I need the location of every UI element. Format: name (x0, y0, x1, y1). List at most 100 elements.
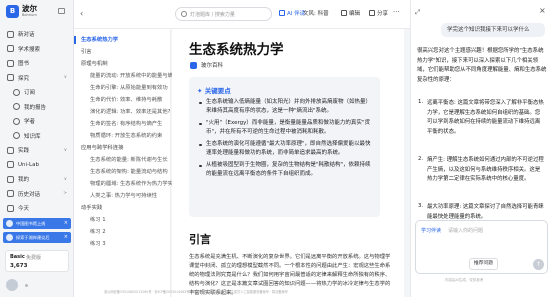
key-points-title: ✦ 关键要点 (197, 87, 231, 95)
toc-item[interactable]: 练习 3 (90, 239, 106, 247)
sidebar-item[interactable]: 学者 (4, 114, 70, 129)
sidebar-item-label: 探究 (18, 75, 30, 82)
sidebar-item[interactable]: 学术搜索 (4, 42, 70, 57)
expand-icon[interactable]: ⤢ (415, 8, 420, 17)
ai-companion-button[interactable]: AI 伴读 (279, 9, 305, 17)
sidebar-item-label: 图书 (18, 61, 30, 68)
toc-item[interactable]: 动手实践 (81, 203, 102, 211)
section-title: 引言 (189, 233, 211, 246)
app-root: B 波尔 Bohrium 新对话 学术搜索 图书 探究 ∨ 订阅 我的报告 学者 知识库 实践 ∨ U… (0, 0, 552, 297)
plan-card[interactable]: Basic 免费版 3,673 (5, 250, 69, 272)
sidebar-item-label: 学术搜索 (18, 46, 41, 53)
toc-item[interactable]: 生命的引擎: 从原始能量到有效功 (90, 83, 168, 91)
input-placeholder: 请输入你的问题 (448, 228, 484, 234)
sidebar-nav: 新对话 学术搜索 图书 探究 ∨ 订阅 我的报告 学者 知识库 实践 ∨ Uni-Lab 我的 ∨ 历史对话… (4, 27, 70, 230)
share-label: 分享 (377, 11, 389, 17)
toc-item[interactable]: 引言 (81, 47, 92, 55)
table-of-contents: 生态系统热力学 引言原理与机制能量的流动: 开放系统中的能量与熵 生命的引擎: 从原… (74, 29, 178, 297)
sidebar-item[interactable]: 知识库 (4, 129, 70, 144)
search-icon (7, 45, 14, 53)
sidebar-item[interactable]: Uni-Lab (4, 158, 70, 173)
edit-button[interactable]: 编辑 (341, 9, 360, 17)
sidebar-item[interactable]: 订阅 (4, 85, 70, 100)
report-icon (13, 103, 20, 111)
search-placeholder: 灯泡题库 / 搜索力量 (190, 12, 235, 18)
key-point: 生态系统输入低熵能量（如太阳光）并向外排放高熵废物（如热量）来维持其高度有序的状… (199, 98, 375, 116)
search-icon (181, 11, 187, 17)
bohrium-logo: B (6, 5, 19, 18)
sidebar: B 波尔 Bohrium 新对话 学术搜索 图书 探究 ∨ 订阅 我的报告 学者 知识库 实践 ∨ U… (0, 0, 74, 297)
key-point: 生态系统的演化可能遵循"最大功率原理"，即自然选择偏爱能以最快速率处理能量和做功… (199, 140, 375, 158)
toc-item[interactable]: 能量的流动: 开放系统中的能量与熵 (90, 71, 173, 79)
brand-name: 波尔 (22, 4, 37, 13)
chat-input[interactable]: 学习伴读 请输入你的问题 推荐问题 ↑ (415, 220, 548, 274)
share-button[interactable]: 分享 (369, 9, 388, 17)
status-dot (25, 284, 28, 287)
toc-item[interactable]: 物理的疆域: 生态系统作为热力学实体 (90, 179, 178, 187)
toc-item[interactable]: 生态系统的能量: 新陈代谢与生长 (90, 155, 168, 163)
sidebar-item-label: 实践 (18, 148, 30, 155)
list-item: 远离平衡态: 这篇文章将带您深入了解非平衡态热力学，它是理解生态系统如何自组织的… (427, 100, 544, 135)
article-author[interactable]: 玻尔百科 (190, 61, 223, 69)
author-name: 玻尔百科 (201, 63, 224, 69)
sidebar-item[interactable]: 我的报告 (4, 100, 70, 115)
close-icon[interactable]: × (64, 218, 68, 229)
sidebar-item-label: Uni-Lab (18, 161, 39, 168)
brand[interactable]: B 波尔 Bohrium (6, 5, 37, 18)
list-item: 熵产生: 理解生态系统如何通过内部的不可逆过程产生熵，以及这如何与系统维持秩序相… (427, 157, 544, 182)
input-tag[interactable]: 学习伴读 (421, 227, 441, 234)
sidebar-item-label: 今天 (18, 206, 30, 213)
explore-banner[interactable]: 探索于湖岸建议后 × (3, 232, 71, 243)
compass-icon (7, 74, 14, 82)
style-dropdown[interactable]: 文风: 科普 (303, 9, 329, 17)
search-input[interactable]: 灯泡题库 / 搜索力量 (175, 7, 272, 21)
sidebar-item[interactable]: 实践 ∨ (4, 143, 70, 158)
brand-text: 波尔 Bohrium (22, 4, 37, 18)
toc-item[interactable]: 练习 1 (90, 215, 106, 223)
sidebar-collapse-icon[interactable] (58, 8, 65, 14)
library-icon (6, 220, 13, 227)
toc-item[interactable]: 演化的逻辑: 功率、效率还是其他? (90, 107, 170, 115)
toc-item[interactable]: 生态系统的架构: 能量流动与结构 (90, 167, 168, 175)
banner-label: 探索于湖岸建议后 (16, 235, 50, 240)
sidebar-item[interactable]: 图书 (4, 56, 70, 71)
toc-item[interactable]: 生态系统热力学 (81, 35, 118, 43)
plan-name: Basic (10, 254, 25, 260)
toc-item[interactable]: 原理与机制 (81, 59, 108, 67)
toc-item[interactable]: 人类之事: 热力学与可持续性 (90, 191, 157, 199)
share-icon (369, 10, 375, 16)
credit-count: 3,673 (10, 263, 28, 269)
toc-item[interactable]: 练习 2 (90, 227, 106, 235)
sidebar-item[interactable]: 探究 ∨ (4, 71, 70, 86)
sidebar-item[interactable]: 历史对话 > (4, 187, 70, 202)
brand-sub: Bohrium (22, 13, 37, 17)
sidebar-item-label: 订阅 (24, 90, 36, 97)
recommend-button[interactable]: 推荐问题 (469, 258, 498, 270)
sidebar-item[interactable]: 今天 (4, 201, 70, 216)
library-banner[interactable]: 中国图书馆上线 × (3, 218, 71, 229)
more-icon[interactable]: ··· (393, 8, 400, 16)
toc-item[interactable]: 生命的代价: 效率、维持与耗散 (90, 95, 162, 103)
send-button[interactable]: ↑ (533, 259, 544, 270)
close-icon[interactable]: × (539, 6, 546, 15)
list-number: 2. (418, 156, 424, 162)
sidebar-item-label: 学者 (24, 119, 36, 126)
article-title: 生态系统热力学 (189, 42, 284, 58)
toc-item[interactable]: 物质循环: 开放生态系统的约束 (90, 131, 162, 139)
avatar[interactable] (6, 279, 18, 291)
toolbar: ‹ 灯泡题库 / 搜索力量 AI 伴读 文风: 科普 编辑 分享 ··· (74, 0, 410, 29)
sidebar-item[interactable]: 我的 ∨ (4, 172, 70, 187)
chevron-icon: ∨ (63, 176, 67, 182)
key-points-box: ✦ 关键要点 生态系统输入低熵能量（如太阳光）并向外排放高熵废物（如热量）来维持… (189, 77, 380, 217)
toc-item[interactable]: 生命的签名: 有序结构与熵产生 (90, 119, 162, 127)
close-icon[interactable]: × (64, 232, 68, 243)
toc-item[interactable]: 应用与跨学科连接 (81, 143, 123, 151)
list-number: 1. (418, 99, 424, 105)
toc-active-indicator (74, 36, 76, 44)
key-point: "火用"（Exergy）而非能量，是衡量能量品质和做功能力的真实"货币"，并在所… (199, 119, 375, 137)
back-icon[interactable]: ‹ (80, 9, 83, 18)
sidebar-item[interactable]: 新对话 (4, 27, 70, 42)
sidebar-item-label: 历史对话 (18, 191, 41, 198)
sidebar-item-label: 我的报告 (24, 104, 47, 111)
banner-label: 中国图书馆上线 (16, 221, 46, 226)
